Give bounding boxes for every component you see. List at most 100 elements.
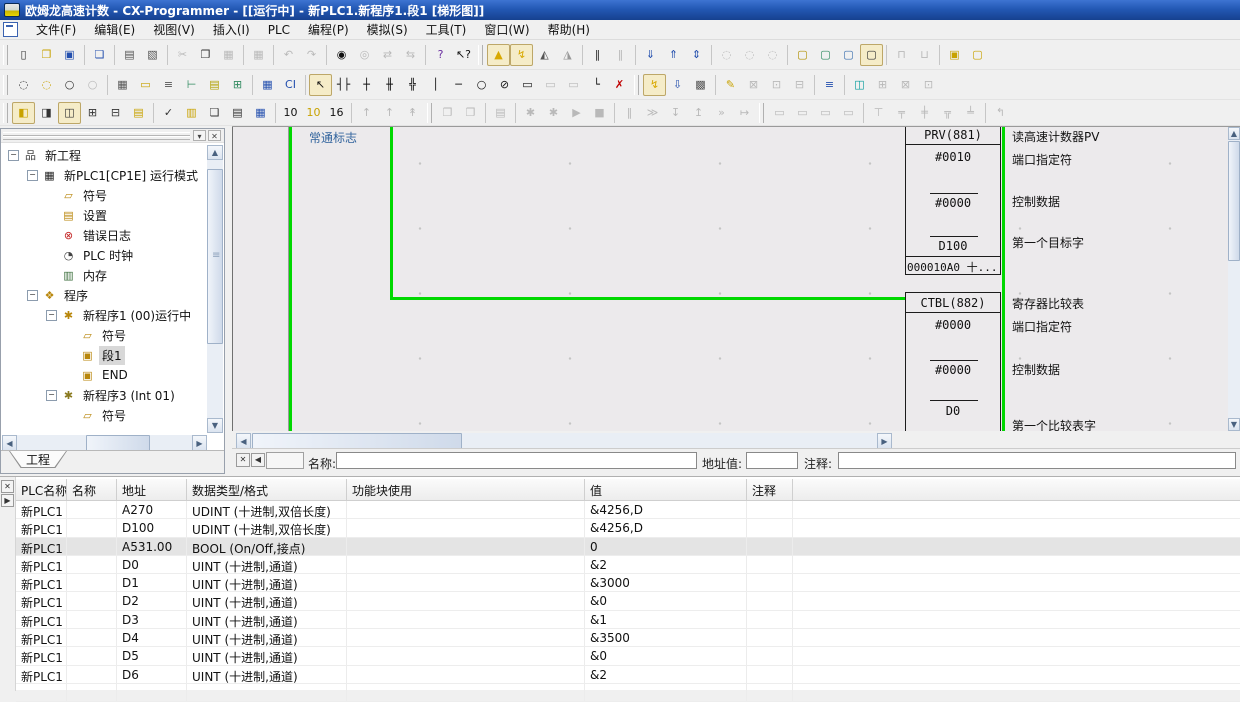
scroll-thumb[interactable] — [86, 435, 150, 451]
set-trace-icon[interactable]: ⊓ — [890, 44, 913, 66]
force-on-icon[interactable]: ◌ — [715, 44, 738, 66]
tree-item-program1[interactable]: −✱新程序1 (00)运行中 — [2, 305, 207, 325]
watch-column-header[interactable]: PLC名称 — [16, 479, 67, 500]
watch-column-header[interactable]: 功能块使用 — [347, 479, 585, 500]
watch-cell-type[interactable]: UINT (十进制,通道) — [187, 556, 347, 573]
monitor-hex-icon[interactable]: 16 — [325, 102, 348, 124]
close-icon[interactable]: ✕ — [236, 453, 250, 467]
step-run-icon[interactable]: ≫ — [641, 102, 664, 124]
new-vertical-line-icon[interactable]: │ — [424, 74, 447, 96]
tree-item-label[interactable]: 段1 — [99, 346, 125, 365]
online-edit-rungs-icon[interactable]: ↯ — [643, 74, 666, 96]
differential-monitor-icon[interactable]: ◮ — [556, 44, 579, 66]
new-contact-icon[interactable]: ┤├ — [332, 74, 355, 96]
watch-cell-type[interactable]: UDINT (十进制,双倍长度) — [187, 519, 347, 536]
address-value-input[interactable] — [746, 452, 798, 469]
simulator-window-icon[interactable]: ❐ — [459, 102, 482, 124]
watch-cell-comment[interactable] — [747, 611, 793, 628]
toggle-project-workspace-icon[interactable]: ◧ — [12, 102, 35, 124]
watch-cell-fb[interactable] — [347, 519, 585, 536]
redo-icon[interactable]: ↷ — [300, 44, 323, 66]
zoom-out-icon[interactable]: ○ — [58, 74, 81, 96]
toolbar-grip[interactable] — [634, 75, 639, 95]
vertical-splitter[interactable] — [225, 126, 232, 474]
new-or-contact-icon[interactable]: ╫ — [378, 74, 401, 96]
toolbar-grip[interactable] — [3, 45, 8, 65]
watch-column-header[interactable]: 名称 — [67, 479, 117, 500]
network-view-1-icon[interactable]: ▭ — [768, 102, 791, 124]
symbol-table-icon[interactable]: ▥ — [180, 102, 203, 124]
network-view-2-icon[interactable]: ▭ — [791, 102, 814, 124]
toggle-cross-reference-icon[interactable]: ⊞ — [81, 102, 104, 124]
prv-operand-1[interactable]: #0010 — [906, 150, 1000, 164]
scroll-up-icon[interactable]: ▲ — [207, 145, 223, 160]
watch-cell-fb[interactable] — [347, 629, 585, 646]
simulation-run-icon[interactable]: ▶ — [565, 102, 588, 124]
watch-row-D0[interactable]: 新PLC1D0UINT (十进制,通道)&2 — [16, 556, 1240, 574]
scroll-thumb[interactable] — [1228, 141, 1240, 261]
watch-cell-type[interactable]: UINT (十进制,通道) — [187, 629, 347, 646]
tree-item-label[interactable]: 新PLC1[CP1E] 运行模式 — [61, 166, 201, 185]
watch-verify-icon[interactable]: ⊡ — [917, 74, 940, 96]
tree-item-label[interactable]: PLC 时钟 — [80, 246, 136, 265]
watch-row-A270[interactable]: 新PLC1A270UDINT (十进制,双倍长度)&4256,D — [16, 501, 1240, 519]
toggle-local-window-icon[interactable]: ⊟ — [104, 102, 127, 124]
copy-icon[interactable]: ❐ — [194, 44, 217, 66]
ctbl-operand-2[interactable]: #0000 — [906, 363, 1000, 377]
tree-item-error-log[interactable]: ⊗错误日志 — [2, 225, 207, 245]
new-instruction-icon[interactable]: ▭ — [516, 74, 539, 96]
watch-cell-value[interactable]: &2 — [585, 666, 747, 683]
scroll-up-icon[interactable]: ▲ — [1228, 127, 1240, 140]
toggle-grid-icon[interactable]: ▦ — [111, 74, 134, 96]
watch-row-D6[interactable]: 新PLC1D6UINT (十进制,通道)&2 — [16, 666, 1240, 684]
watch-cell-address[interactable]: D0 — [117, 556, 187, 573]
edit-symbol-icon[interactable]: ✎ — [719, 74, 742, 96]
scroll-down-icon[interactable]: ▼ — [207, 418, 223, 433]
watch-cell-name[interactable] — [67, 666, 117, 683]
watch-column-header[interactable]: 注释 — [747, 479, 793, 500]
tree-item-global-symbols[interactable]: ▱符号 — [2, 185, 207, 205]
ladder-tool-5-icon[interactable]: ╧ — [959, 102, 982, 124]
ladder-vertical-scrollbar[interactable]: ▲ ▼ — [1228, 127, 1240, 431]
watch-cell-address[interactable]: D100 — [117, 519, 187, 536]
tree-item-label[interactable]: 内存 — [80, 266, 110, 285]
draw-elbow-icon[interactable]: └ — [585, 74, 608, 96]
watch-cell-name[interactable] — [67, 629, 117, 646]
save-project-icon[interactable]: ▣ — [58, 44, 81, 66]
find-icon[interactable]: ◉ — [330, 44, 353, 66]
replace-ab-icon[interactable]: ⇆ — [399, 44, 422, 66]
new-coil-icon[interactable]: ○ — [470, 74, 493, 96]
watch-cell-value[interactable] — [585, 684, 747, 701]
show-instruction-comment-icon[interactable]: CI — [279, 74, 302, 96]
tree-item-program3[interactable]: −✱新程序3 (Int 01) — [2, 385, 207, 405]
watch-cell-type[interactable]: UINT (十进制,通道) — [187, 592, 347, 609]
workspace-header[interactable]: ▾ ✕ — [1, 129, 224, 143]
show-sections-icon[interactable]: ⊞ — [226, 74, 249, 96]
list-view-icon[interactable]: ▤ — [226, 102, 249, 124]
watch-cell-name[interactable] — [67, 556, 117, 573]
scroll-down-icon[interactable]: ▼ — [1228, 418, 1240, 431]
watch-cell-comment[interactable] — [747, 647, 793, 664]
step-out-icon[interactable]: ↥ — [687, 102, 710, 124]
watch-cell-type[interactable]: UINT (十进制,通道) — [187, 574, 347, 591]
tree-item-memory[interactable]: ▥内存 — [2, 265, 207, 285]
new-closed-coil-icon[interactable]: ⊘ — [493, 74, 516, 96]
watch-cell-value[interactable]: &4256,D — [585, 501, 747, 518]
tree-item-program3-symbols[interactable]: ▱符号 — [2, 405, 207, 425]
online-edit-go-icon[interactable]: ⊠ — [742, 74, 765, 96]
prv-instruction-block[interactable]: PRV(881) #0010 #0000 D100 000010A0 十... — [905, 127, 1001, 275]
watch-row-D4[interactable]: 新PLC1D4UINT (十进制,通道)&3500 — [16, 629, 1240, 647]
toggle-monitor-window-icon[interactable]: ▢ — [860, 44, 883, 66]
go-to-input-icon[interactable]: ↟ — [401, 102, 424, 124]
watch-row-D5[interactable]: 新PLC1D5UINT (十进制,通道)&0 — [16, 647, 1240, 665]
watch-cell-name[interactable] — [67, 519, 117, 536]
collapse-icon[interactable]: − — [46, 390, 57, 401]
watch-cell-plc[interactable]: 新PLC1 — [16, 592, 67, 609]
watch-cell-plc[interactable]: 新PLC1 — [16, 556, 67, 573]
ladder-tool-4-icon[interactable]: ╦ — [936, 102, 959, 124]
collapse-icon[interactable]: − — [27, 290, 38, 301]
prv-operand-2[interactable]: #0000 — [906, 196, 1000, 210]
watch-cell-type[interactable]: BOOL (On/Off,接点) — [187, 538, 347, 555]
menu-item-2[interactable]: 视图(V) — [144, 19, 204, 40]
tree-item-label[interactable]: 新程序3 (Int 01) — [80, 386, 178, 405]
